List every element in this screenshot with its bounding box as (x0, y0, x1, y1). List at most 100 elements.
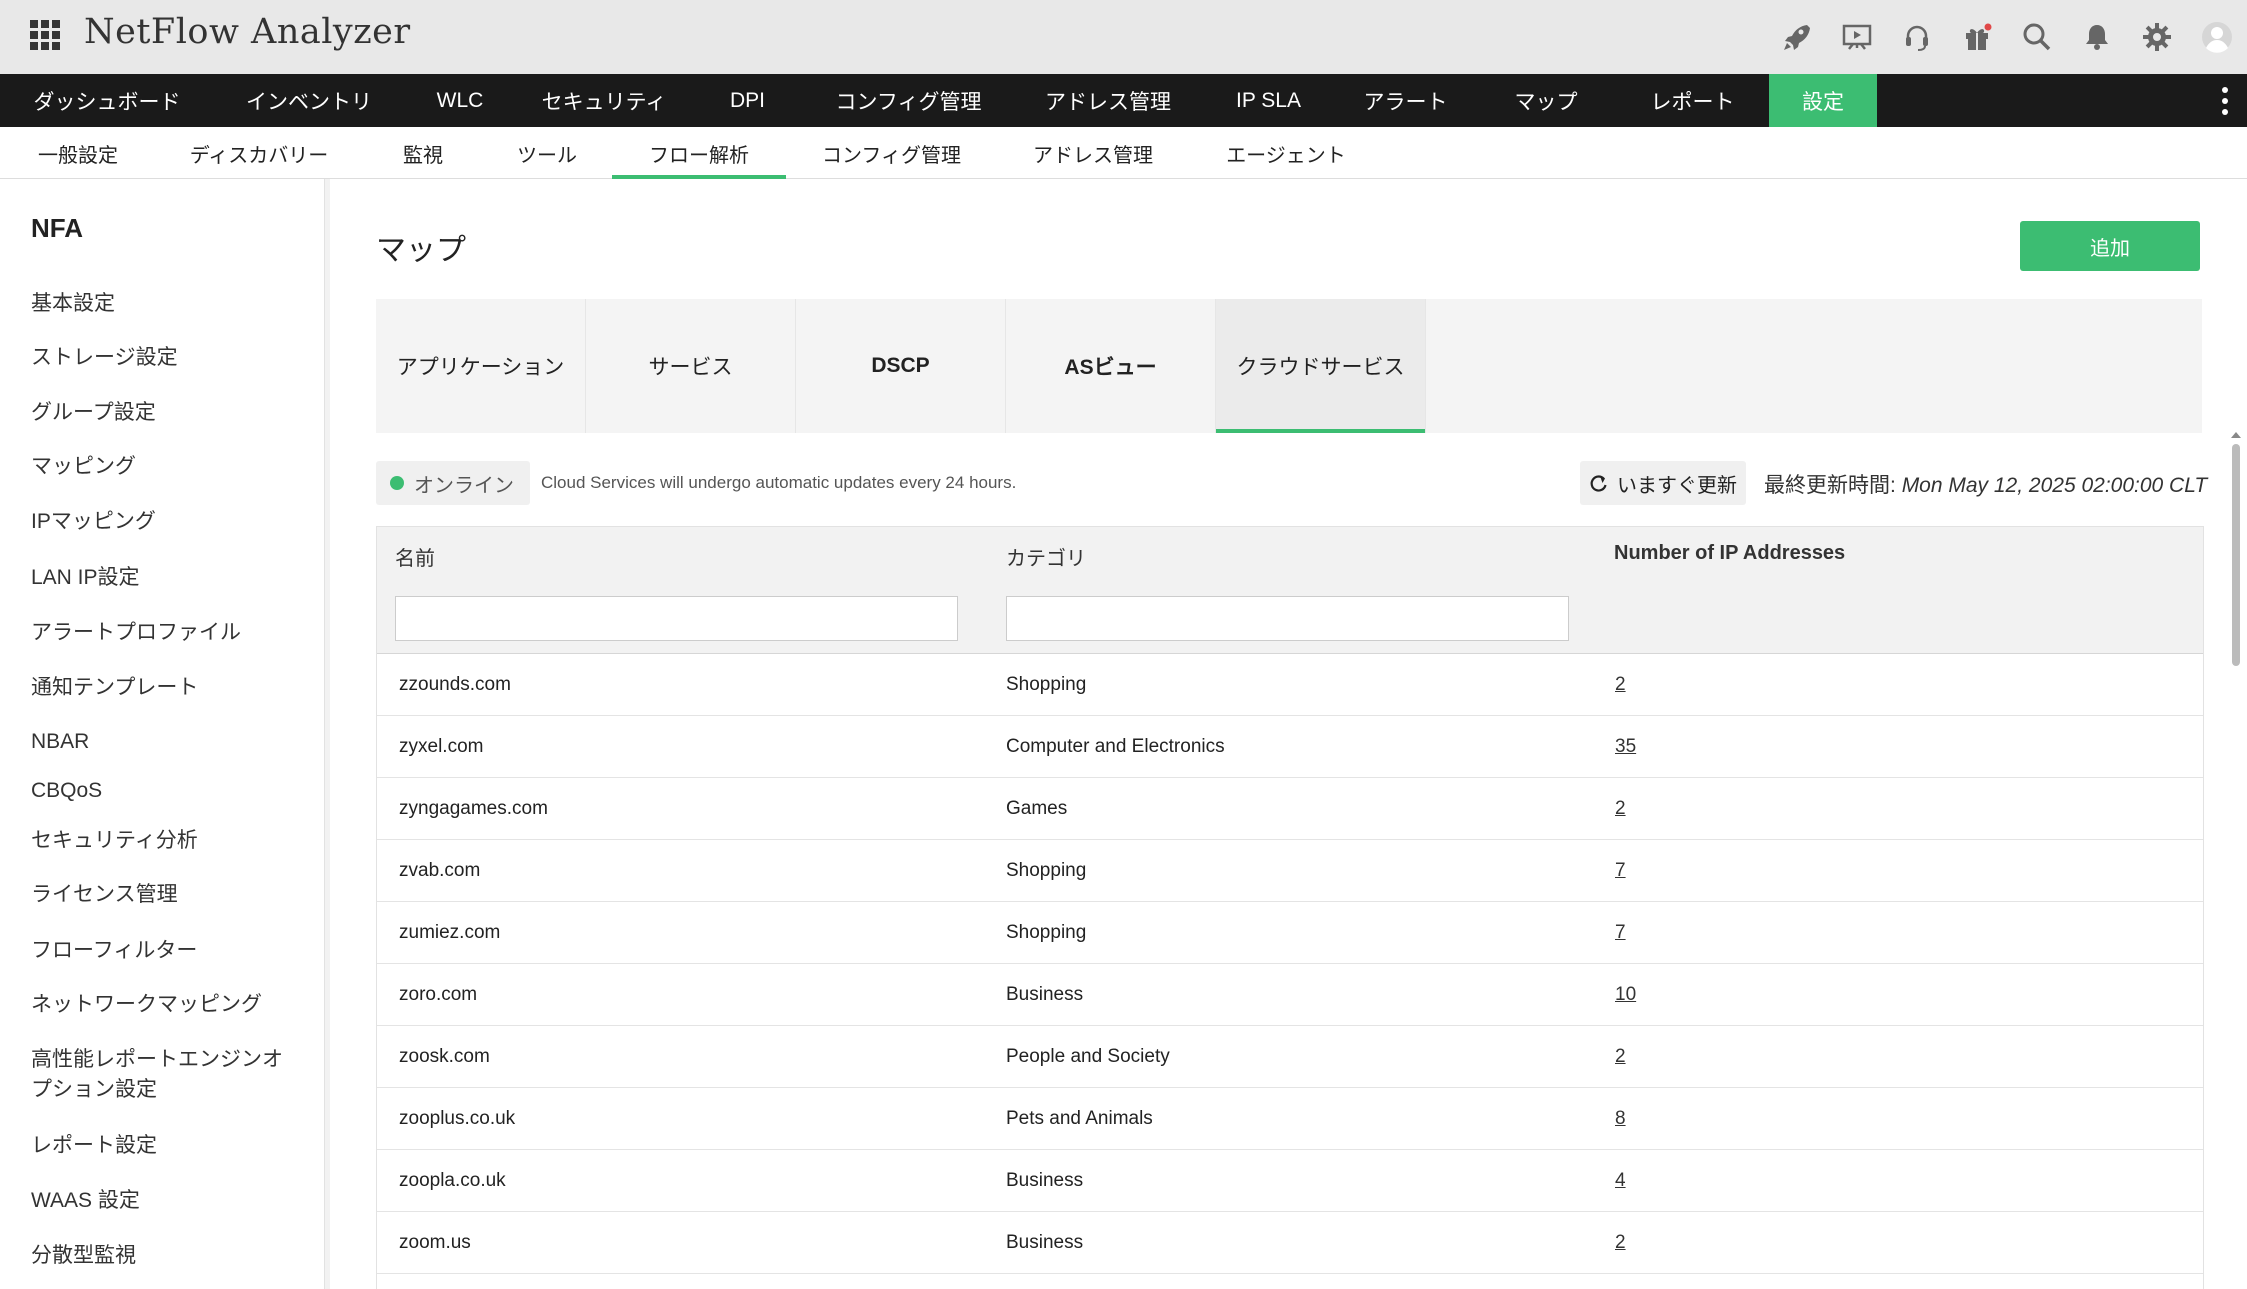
cell-name: zoopla.co.uk (399, 1170, 506, 1191)
nav-dpi[interactable]: DPI (692, 74, 803, 127)
main-content: マップ 追加 アプリケーション サービス DSCP ASビュー クラウドサービス… (330, 179, 2247, 1289)
sidebar-item-report-engine[interactable]: 高性能レポートエンジンオプション設定 (31, 1045, 291, 1105)
cell-category: Games (1006, 798, 1068, 819)
table-row: zvab.com Shopping 7 (377, 840, 2203, 902)
bell-icon[interactable] (2067, 0, 2127, 74)
cell-ip-count-link[interactable]: 2 (1615, 778, 1626, 840)
sidebar-item-report-settings[interactable]: レポート設定 (31, 1131, 301, 1161)
cell-ip-count-link[interactable]: 7 (1615, 902, 1626, 964)
subnav-monitoring[interactable]: 監視 (372, 127, 474, 179)
scrollbar-thumb[interactable] (2232, 444, 2240, 666)
subnav-general[interactable]: 一般設定 (0, 127, 156, 179)
cell-ip-count-link[interactable]: 10 (1615, 964, 1636, 1026)
sidebar-item-security-analysis[interactable]: セキュリティ分析 (31, 826, 301, 856)
cell-ip-count-link[interactable]: 35 (1615, 716, 1636, 778)
user-avatar-icon[interactable] (2187, 0, 2247, 74)
tab-as-view[interactable]: ASビュー (1006, 299, 1216, 433)
sub-nav: 一般設定 ディスカバリー 監視 ツール フロー解析 コンフィグ管理 アドレス管理… (0, 127, 2247, 179)
cell-ip-count-link[interactable]: 2 (1615, 1026, 1626, 1088)
nav-ip-sla[interactable]: IP SLA (1202, 74, 1335, 127)
sidebar-item-cbqos[interactable]: CBQoS (31, 776, 301, 806)
add-button[interactable]: 追加 (2020, 221, 2200, 271)
subnav-address[interactable]: アドレス管理 (1008, 127, 1178, 179)
cell-ip-count-link[interactable]: 8 (1615, 1088, 1626, 1150)
sidebar-item-license[interactable]: ライセンス管理 (31, 880, 301, 910)
tab-service[interactable]: サービス (586, 299, 796, 433)
cell-name: zoro.com (399, 984, 478, 1005)
category-filter-input[interactable] (1006, 596, 1569, 641)
nav-config[interactable]: コンフィグ管理 (803, 74, 1014, 127)
page-scrollbar[interactable] (2230, 432, 2242, 1289)
app-grid-icon[interactable] (30, 20, 60, 50)
nav-settings[interactable]: 設定 (1769, 74, 1877, 127)
subnav-config[interactable]: コンフィグ管理 (800, 127, 983, 179)
rocket-icon[interactable] (1767, 0, 1827, 74)
nav-security[interactable]: セキュリティ (516, 74, 692, 127)
subnav-flow-analysis[interactable]: フロー解析 (612, 127, 786, 179)
cell-name: zumiez.com (399, 922, 501, 943)
table-header: 名前 カテゴリ Number of IP Addresses (377, 527, 2203, 654)
cell-category: Computer and Electronics (1006, 736, 1225, 757)
gift-icon[interactable] (1947, 0, 2007, 74)
cell-ip-count-link[interactable]: 7 (1615, 840, 1626, 902)
table-row: zoro.com Business 10 (377, 964, 2203, 1026)
table-row: zyngagames.com Games 2 (377, 778, 2203, 840)
search-icon[interactable] (2007, 0, 2067, 74)
sidebar-item-storage[interactable]: ストレージ設定 (31, 343, 301, 373)
sidebar-item-notification-template[interactable]: 通知テンプレート (31, 673, 301, 703)
cell-ip-count-link[interactable]: 2 (1615, 654, 1626, 716)
refresh-now-button[interactable]: いますぐ更新 (1580, 461, 1746, 505)
header-icons (1767, 0, 2247, 74)
name-filter-input[interactable] (395, 596, 958, 641)
last-updated-value: Mon May 12, 2025 02:00:00 CLT (1901, 474, 2208, 497)
column-header-category[interactable]: カテゴリ (1006, 542, 1086, 571)
nav-report[interactable]: レポート (1616, 74, 1769, 127)
tab-dscp[interactable]: DSCP (796, 299, 1006, 433)
sidebar-item-distributed[interactable]: 分散型監視 (31, 1241, 301, 1271)
more-menu-icon[interactable] (2215, 84, 2235, 118)
sidebar-item-ip-mapping[interactable]: IPマッピング (31, 507, 301, 537)
presentation-icon[interactable] (1827, 0, 1887, 74)
headset-icon[interactable] (1887, 0, 1947, 74)
column-header-name[interactable]: 名前 (395, 542, 435, 571)
last-updated-label: 最終更新時間: (1764, 474, 1896, 497)
nav-address[interactable]: アドレス管理 (1014, 74, 1202, 127)
nav-alert[interactable]: アラート (1335, 74, 1476, 127)
sidebar-item-lan-ip[interactable]: LAN IP設定 (31, 563, 301, 593)
sidebar-item-flow-filter[interactable]: フローフィルター (31, 936, 301, 966)
sidebar-item-waas[interactable]: WAAS 設定 (31, 1186, 301, 1216)
nav-inventory[interactable]: インベントリ (214, 74, 404, 127)
status-dot-icon (390, 476, 404, 490)
gear-icon[interactable] (2127, 0, 2187, 74)
tab-cloud-services[interactable]: クラウドサービス (1216, 299, 1426, 433)
nav-map[interactable]: マップ (1476, 74, 1616, 127)
scroll-up-arrow-icon[interactable] (2231, 432, 2241, 438)
table-row: zoosk.com People and Society 2 (377, 1026, 2203, 1088)
table-row: zzounds.com Shopping 2 (377, 654, 2203, 716)
subnav-agent[interactable]: エージェント (1206, 127, 1366, 179)
cell-ip-count-link[interactable]: 4 (1615, 1150, 1626, 1212)
sidebar-title: NFA (31, 213, 83, 243)
sidebar-item-nbar[interactable]: NBAR (31, 727, 301, 757)
cell-name: zoom.us (399, 1232, 471, 1253)
tab-application[interactable]: アプリケーション (376, 299, 586, 433)
cell-category: Business (1006, 1170, 1084, 1191)
cell-category: People and Society (1006, 1046, 1170, 1067)
cell-ip-count-link[interactable]: 2 (1615, 1212, 1626, 1274)
column-header-ip-count[interactable]: Number of IP Addresses (1614, 542, 1845, 565)
app-title: NetFlow Analyzer (84, 12, 411, 52)
sidebar-item-basic-settings[interactable]: 基本設定 (31, 289, 301, 319)
sidebar-item-network-mapping[interactable]: ネットワークマッピング (31, 990, 301, 1020)
nav-wlc[interactable]: WLC (404, 74, 516, 127)
sidebar-item-alert-profile[interactable]: アラートプロファイル (31, 618, 301, 648)
sidebar-item-group[interactable]: グループ設定 (31, 398, 301, 428)
table-row: zoopla.co.uk Business 4 (377, 1150, 2203, 1212)
sidebar-item-mapping[interactable]: マッピング (31, 452, 301, 482)
subnav-discovery[interactable]: ディスカバリー (166, 127, 352, 179)
top-header: NetFlow Analyzer (0, 0, 2247, 74)
cell-category: Shopping (1006, 860, 1087, 881)
subnav-tools[interactable]: ツール (494, 127, 600, 179)
sidebar: NFA 基本設定 ストレージ設定 グループ設定 マッピング IPマッピング LA… (0, 179, 325, 1289)
nav-dashboard[interactable]: ダッシュボード (0, 74, 214, 127)
cell-name: zyxel.com (399, 736, 484, 757)
